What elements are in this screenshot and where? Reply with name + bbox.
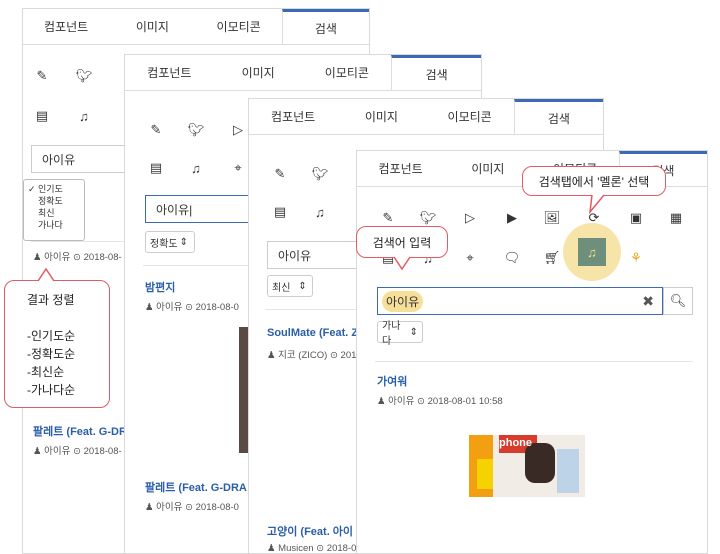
album-art-text: phone <box>499 437 532 449</box>
cart-icon[interactable]: 🛒︎ <box>543 249 561 267</box>
tab-image[interactable]: 이미지 <box>109 9 195 44</box>
sort-select[interactable]: 가나다 ⇕ <box>377 321 423 347</box>
sort-dropdown-menu[interactable]: ✓ 인기도 정확도 최신 가나다 <box>23 179 85 241</box>
editor-panel-4: 컴포넌트 이미지 이모티콘 검색 ✎ 🐦︎ ▷ ▶ 🖼︎ ⟳ ▣ ▦ ▤ ♫ ⌖… <box>356 150 708 554</box>
pen-icon[interactable]: ✎ <box>33 67 51 85</box>
divider <box>375 361 693 362</box>
divider <box>265 309 357 310</box>
callout-melon: 검색탭에서 '멜론' 선택 <box>522 166 666 196</box>
chevron-updown-icon: ⇕ <box>298 280 307 292</box>
tab-emoticon[interactable]: 이모티콘 <box>303 55 392 90</box>
pen-icon[interactable]: ✎ <box>271 165 289 183</box>
song-meta: ♟ 지코 (ZICO) ⊙ 201 <box>267 350 357 361</box>
callout-sort-pointer <box>37 268 55 282</box>
tab-search[interactable]: 검색 <box>513 99 603 134</box>
tab-component[interactable]: 컴포넌트 <box>357 151 444 186</box>
check-icon: ✓ <box>28 184 36 194</box>
song-title[interactable]: 고양이 (Feat. 아이 <box>267 523 353 539</box>
twitter-icon[interactable]: 🐦︎ <box>75 67 93 85</box>
tab-component[interactable]: 컴포넌트 <box>125 55 214 90</box>
melon-icon[interactable]: ♫ <box>578 238 606 266</box>
user-icon: ♟ <box>267 350 276 361</box>
search-input[interactable]: 아이유| <box>145 195 255 223</box>
fruit-icon[interactable]: ⚘ <box>627 249 645 267</box>
film-icon[interactable]: ▦ <box>667 209 685 227</box>
search-icon: 🔍︎ <box>669 293 687 308</box>
sort-select[interactable]: 최신 ⇕ <box>267 275 313 297</box>
image-icon[interactable]: 🖼︎ <box>543 209 561 227</box>
play-icon[interactable]: ▷ <box>461 209 479 227</box>
twitter-icon[interactable]: 🐦︎ <box>187 121 205 139</box>
album-art[interactable]: phone <box>469 435 585 497</box>
user-icon: ♟ <box>145 502 154 513</box>
chevron-updown-icon: ⇕ <box>409 326 418 338</box>
callout-search-pointer <box>393 256 411 270</box>
book-icon[interactable]: ▤ <box>271 203 289 221</box>
location-icon[interactable]: ⌖ <box>461 249 479 267</box>
sort-option-latest[interactable]: 최신 <box>38 207 84 219</box>
user-icon: ♟ <box>377 396 386 407</box>
tab-search[interactable]: 검색 <box>281 9 369 44</box>
pen-icon[interactable]: ✎ <box>379 209 397 227</box>
song-meta: ♟ 아이유 ⊙ 2018-08-0 <box>145 502 239 513</box>
pen-icon[interactable]: ✎ <box>147 121 165 139</box>
tab-bar: 컴포넌트 이미지 이모티콘 검색 <box>249 99 603 135</box>
tab-search[interactable]: 검색 <box>391 55 481 90</box>
search-button[interactable]: 🔍︎ <box>663 287 693 315</box>
location-icon[interactable]: ⌖ <box>229 159 247 177</box>
search-input[interactable]: 아이유 ✖ <box>377 287 663 315</box>
song-title[interactable]: SoulMate (Feat. Z <box>267 327 358 339</box>
book-icon[interactable]: ▤ <box>33 107 51 125</box>
tab-image[interactable]: 이미지 <box>214 55 303 90</box>
callout-melon-pointer <box>589 194 605 214</box>
sort-option-popularity[interactable]: ✓ 인기도 <box>28 183 84 195</box>
search-input[interactable]: 아이유 <box>31 145 131 173</box>
play-icon[interactable]: ▷ <box>229 121 247 139</box>
tab-bar: 컴포넌트 이미지 이모티콘 검색 <box>125 55 481 91</box>
tab-emoticon[interactable]: 이모티콘 <box>426 99 514 134</box>
tab-image[interactable]: 이미지 <box>444 151 531 186</box>
sort-select[interactable]: 정확도 ⇕ <box>145 231 195 253</box>
user-icon: ♟ <box>145 302 154 313</box>
callout-sort: 결과 정렬 -인기도순 -정확도순 -최신순 -가나다순 <box>4 280 110 408</box>
twitter-icon[interactable]: 🐦︎ <box>419 209 437 227</box>
user-icon: ♟ <box>33 252 42 263</box>
youtube-icon[interactable]: ▶ <box>503 209 521 227</box>
song-title[interactable]: 밤편지 <box>145 279 175 295</box>
tab-bar: 컴포넌트 이미지 이모티콘 검색 <box>23 9 369 45</box>
search-value: 아이유 <box>382 290 424 312</box>
music-icon[interactable]: ♫ <box>187 159 205 177</box>
user-icon: ♟ <box>33 446 42 457</box>
song-meta: ♟ 아이유 ⊙ 2018-08- <box>33 446 122 457</box>
book-icon[interactable]: ▤ <box>147 159 165 177</box>
tab-image[interactable]: 이미지 <box>337 99 425 134</box>
song-title[interactable]: 팔레트 (Feat. G-DR <box>33 423 127 439</box>
song-title[interactable]: 팔레트 (Feat. G-DRA <box>145 479 247 495</box>
song-meta: ♟ 아이유 ⊙ 2018-08- <box>33 252 122 263</box>
clear-icon[interactable]: ✖ <box>642 293 654 310</box>
user-icon: ♟ <box>267 543 276 554</box>
chat-icon[interactable]: 🗨︎ <box>503 249 521 267</box>
tab-emoticon[interactable]: 이모티콘 <box>196 9 282 44</box>
sort-option-accuracy[interactable]: 정확도 <box>38 195 84 207</box>
divider <box>143 265 253 266</box>
chevron-updown-icon: ⇕ <box>179 236 188 248</box>
song-title[interactable]: 가여워 <box>377 373 407 389</box>
contact-icon[interactable]: ▣ <box>627 209 645 227</box>
tab-component[interactable]: 컴포넌트 <box>249 99 337 134</box>
search-input[interactable]: 아이유 <box>267 241 359 269</box>
song-meta: ♟ 아이유 ⊙ 2018-08-01 10:58 <box>377 396 503 407</box>
song-meta: ♟ Musicen ⊙ 2018-0 <box>267 543 357 554</box>
music-icon[interactable]: ♫ <box>75 107 93 125</box>
callout-search: 검색어 입력 <box>356 226 448 258</box>
sort-option-alphabetical[interactable]: 가나다 <box>38 219 84 231</box>
tab-component[interactable]: 컴포넌트 <box>23 9 109 44</box>
music-icon[interactable]: ♫ <box>311 203 329 221</box>
twitter-icon[interactable]: 🐦︎ <box>311 165 329 183</box>
song-meta: ♟ 아이유 ⊙ 2018-08-0 <box>145 302 239 313</box>
